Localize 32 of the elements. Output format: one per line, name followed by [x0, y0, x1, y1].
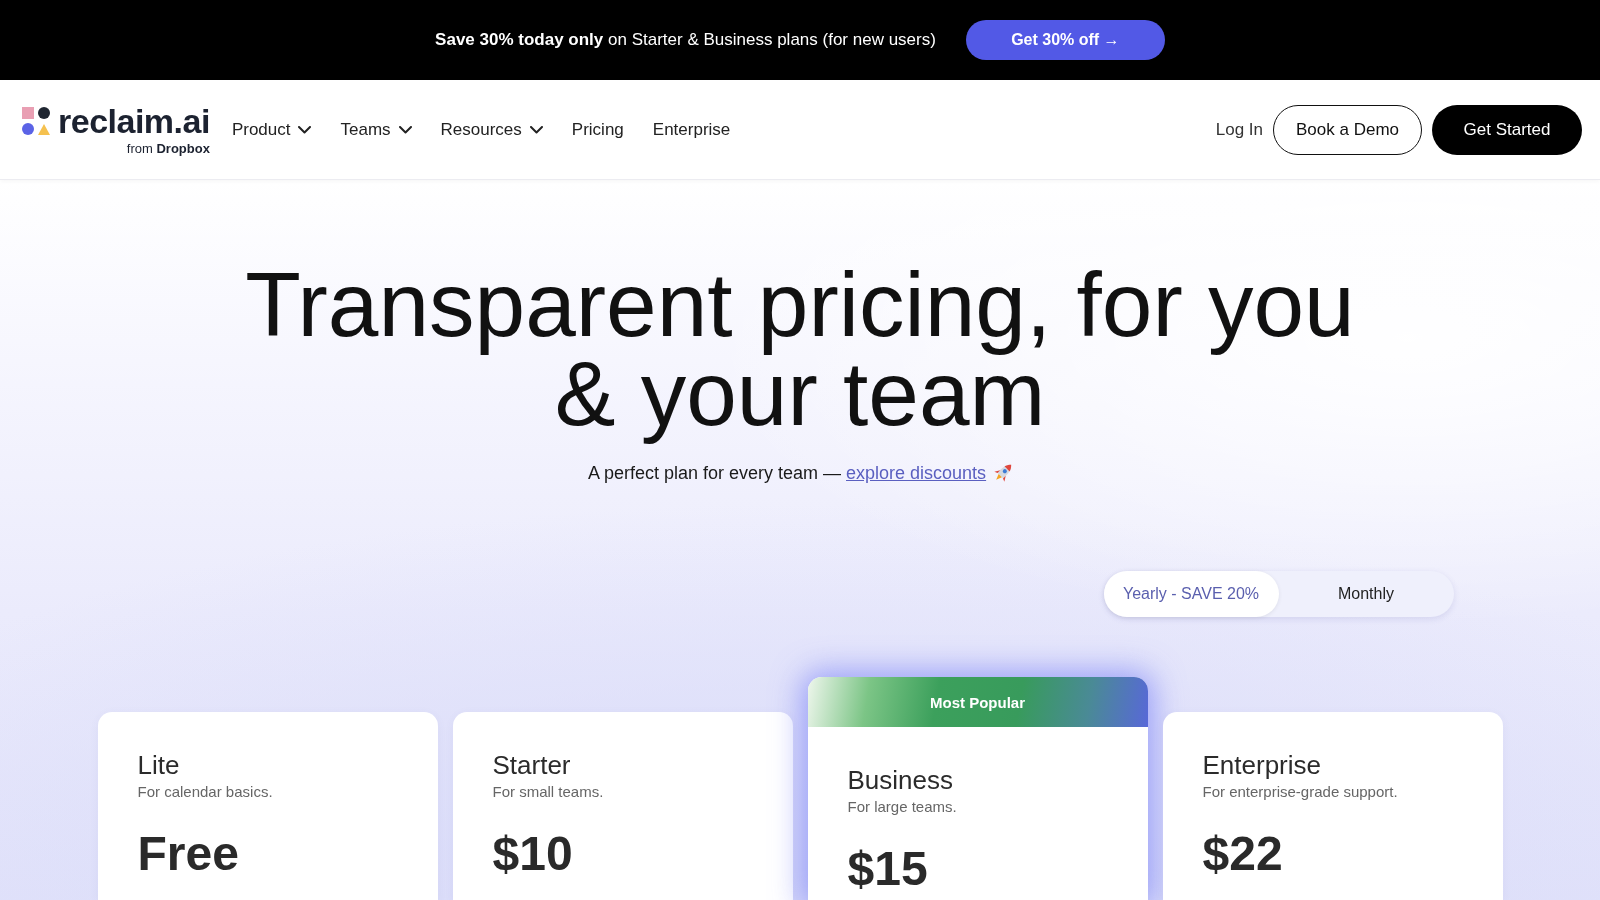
billing-option[interactable]: Monthly	[1278, 571, 1454, 617]
plan-name: Starter	[492, 749, 571, 781]
get-discount-button[interactable]: Get 30% off →	[965, 20, 1165, 60]
logo-wordmark[interactable]: reclaim.ai	[58, 102, 210, 140]
plan-description: For large teams.	[847, 797, 957, 817]
billing-option[interactable]: Yearly - SAVE 20%	[1103, 571, 1279, 617]
plan-price: $10	[492, 829, 573, 879]
plan-description: For small teams.	[492, 782, 604, 802]
nav-menu-item[interactable]: Pricing	[571, 119, 624, 140]
plan-name: Lite	[137, 749, 180, 781]
logo-shapes-icon	[22, 107, 50, 135]
plan-price: Free	[137, 829, 239, 879]
hero-heading: Transparent pricing, for you & your team	[244, 253, 1356, 446]
nav-menu-item[interactable]: Resources	[440, 119, 543, 140]
plan-price: $15	[847, 844, 928, 894]
most-popular-banner: Most Popular	[807, 677, 1148, 727]
hero-subtitle: A perfect plan for every team — explore discounts	[587, 462, 987, 485]
plan-description: For enterprise-grade support.	[1202, 782, 1398, 802]
plan-price: $22	[1202, 829, 1283, 879]
plan-description: For calendar basics.	[137, 782, 273, 802]
nav-menu-item[interactable]: Enterprise	[652, 119, 731, 140]
book-demo-button[interactable]: Book a Demo	[1273, 104, 1422, 155]
discounts-link[interactable]: explore discounts	[846, 463, 987, 483]
plan-name: Enterprise	[1202, 749, 1321, 781]
get-started-button[interactable]: Get Started	[1432, 104, 1582, 155]
plan-name: Business	[847, 764, 953, 796]
log-in-link[interactable]: Log In	[1215, 119, 1263, 140]
logo-tagline: from Dropbox	[126, 141, 210, 157]
rocket-icon	[994, 464, 1013, 482]
promo-text: Save 30% today only on Starter & Business plans (for new users)	[435, 30, 936, 50]
nav-menu-item[interactable]: Teams	[340, 119, 412, 140]
nav-menu-item[interactable]: Product	[231, 119, 312, 140]
